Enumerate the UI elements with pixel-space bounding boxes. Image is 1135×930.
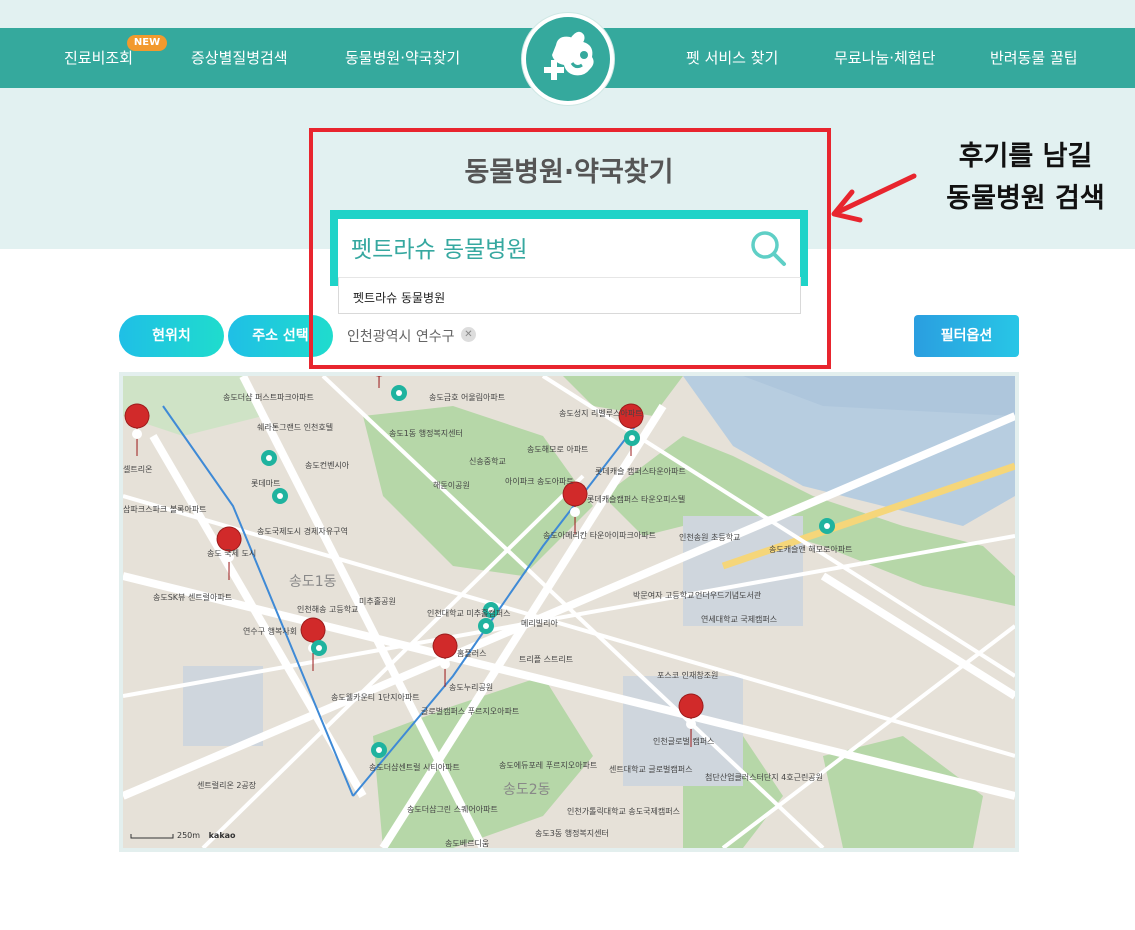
map-label: 롯데캐슬캠퍼스 타운오피스텔 [587, 494, 685, 504]
map-label: 쉐라톤그랜드 인천호텔 [257, 422, 333, 432]
map-provider: kakao [208, 831, 236, 840]
map-label: 롯데마트 [251, 479, 280, 488]
map-label: 미추홀공원 [359, 596, 396, 606]
map-label: 트리플 스트리트 [519, 655, 573, 664]
map-label: 해돋이공원 [433, 480, 470, 490]
nav-item-free[interactable]: 무료나눔·체험단 [834, 28, 935, 88]
annotation-line-2: 동물병원 검색 [946, 183, 1105, 214]
map-label: 인천대학교 미추홀캠퍼스 [427, 608, 511, 618]
map-label: 송도캐슬앤 해모로아파트 [769, 544, 853, 554]
annotation-line-1: 후기를 남길 [958, 141, 1093, 172]
map-label: 연수구 행복사회 [243, 626, 297, 636]
map-label: 신송중학교 [469, 456, 506, 466]
map-label: 센트대학교 글로벌캠퍼스 [609, 764, 693, 774]
map-label: 롯데캐슬 캠퍼스타운아파트 [595, 466, 686, 476]
map-label: 송도더샵센트럴 시티아파트 [369, 762, 460, 772]
map-label: 송도1동 [289, 574, 337, 590]
map[interactable]: 송도금호 어울림아파트 송도성지 리벨루스아파트 쉐라톤그랜드 인천호텔 송도1… [123, 376, 1015, 848]
map-label: 송도더샵그린 스퀘어아파트 [407, 804, 498, 814]
map-label: 센트럴리온 2공장 [197, 780, 257, 790]
map-label: 송도3동 행정복지센터 [535, 828, 609, 838]
nav-item-hospital[interactable]: 동물병원·약국찾기 [345, 28, 460, 88]
map-label: 송도컨벤시아 [305, 460, 350, 470]
map-label: 송도에듀포레 푸르지오아파트 [499, 760, 597, 770]
map-label: 인천해송 고등학교 [297, 604, 358, 614]
map-label: 삽파크스파크 볼록아파트 [123, 504, 207, 514]
nav-item-tips[interactable]: 반려동물 꿀팁 [990, 28, 1078, 88]
map-label: 연세대학교 국제캠퍼스 [701, 614, 777, 624]
map-label: 언더우드기념도서관 [695, 590, 762, 600]
map-label: 송도금호 어울림아파트 [429, 392, 505, 402]
map-scale-label: 250m [177, 831, 201, 840]
annotation-text: 후기를 남길 동물병원 검색 [918, 136, 1133, 220]
map-scale: 250m kakao [131, 831, 236, 840]
map-label: 포스코 인재창조원 [657, 670, 718, 680]
filter-options-button[interactable]: 필터옵션 [914, 315, 1019, 357]
map-label: 송도웰카운티 1단지아파트 [331, 692, 420, 702]
map-label: 송도베르디움 [445, 839, 489, 848]
map-label: 송도누리공원 [449, 683, 493, 692]
map-label: 인천송원 초등학교 [679, 532, 740, 542]
dog-medical-icon [544, 31, 594, 80]
map-label: 송도SK뷰 센트럴아파트 [153, 592, 232, 602]
map-label: 메리빌리아 [521, 618, 558, 628]
map-label: 첨단산업클러스터단지 4호근린공원 [705, 772, 823, 782]
map-label: 송도 국제 도시 [207, 549, 256, 558]
nav-item-symptom[interactable]: 증상별질병검색 [191, 28, 288, 88]
map-label: 셀트리온 [123, 464, 152, 474]
logo[interactable] [522, 13, 614, 105]
map-label: 송도더샵 퍼스트파크아파트 [223, 392, 314, 402]
red-arrow-icon [831, 173, 917, 223]
map-label: 송도국제도시 경제자유구역 [257, 526, 348, 536]
map-label: 글로벌캠퍼스 푸르지오아파트 [421, 706, 519, 716]
nav-item-pet-service[interactable]: 펫 서비스 찾기 [686, 28, 778, 88]
map-label: 송도1동 행정복지센터 [389, 428, 463, 438]
map-label: 인천가톨릭대학교 송도국제캠퍼스 [567, 806, 680, 816]
map-canvas[interactable]: 송도금호 어울림아파트 송도성지 리벨루스아파트 쉐라톤그랜드 인천호텔 송도1… [123, 376, 1015, 848]
map-label: 송도2동 [503, 782, 551, 798]
map-label: 송도아메리칸 타운아이파크아파트 [543, 530, 656, 540]
map-label: 박문여자 고등학교 [633, 590, 694, 600]
map-label: 송도성지 리벨루스아파트 [559, 408, 643, 418]
map-label: 홈플러스 [457, 648, 486, 658]
current-location-button[interactable]: 현위치 [119, 315, 224, 357]
map-label: 송도해모로 아파트 [527, 444, 588, 454]
new-badge: NEW [127, 35, 167, 51]
map-label: 인천글로벌 캠퍼스 [653, 736, 714, 746]
highlight-box [309, 128, 831, 369]
map-label: 아이파크 송도아파트 [505, 476, 574, 486]
nav-item-cost[interactable]: 진료비조회 [64, 28, 133, 88]
